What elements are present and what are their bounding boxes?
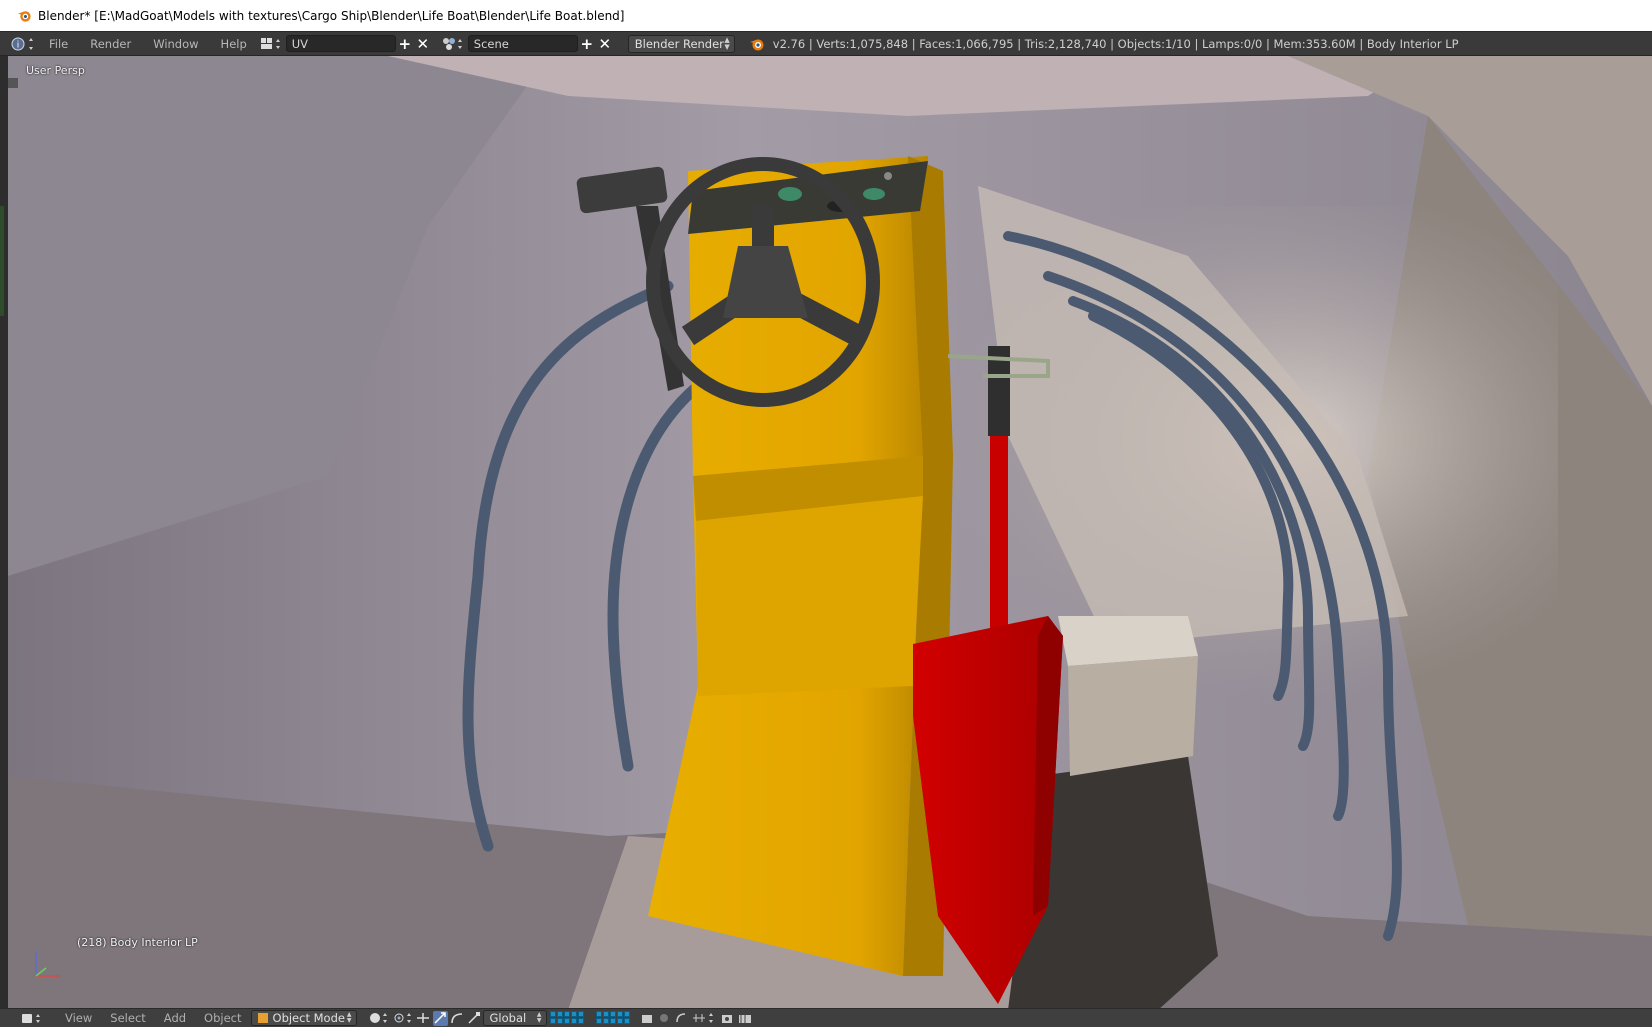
remove-scene-close-icon[interactable]: ✕ bbox=[596, 35, 614, 53]
viewport-render bbox=[8, 56, 1652, 1010]
render-camera-icon[interactable] bbox=[721, 1011, 736, 1026]
left-editor-edge bbox=[0, 56, 8, 1010]
scale-icon[interactable] bbox=[467, 1011, 482, 1026]
chevron-updown-icon: ▲ ▼ bbox=[346, 1011, 352, 1024]
render-animation-icon[interactable] bbox=[738, 1011, 753, 1026]
snap-icon[interactable] bbox=[674, 1011, 689, 1026]
info-editor-icon[interactable]: i bbox=[8, 36, 38, 52]
snap-element-icon[interactable] bbox=[691, 1011, 719, 1026]
pivot-point-icon[interactable] bbox=[392, 1011, 414, 1026]
rotate-icon[interactable] bbox=[450, 1011, 465, 1026]
menu-add[interactable]: Add bbox=[155, 1011, 195, 1025]
window-title-bar: Blender* [E:\MadGoat\Models with texture… bbox=[0, 0, 1652, 31]
render-engine-label: Blender Render bbox=[634, 36, 724, 51]
lock-layers-icon[interactable] bbox=[640, 1011, 655, 1026]
proportional-edit-icon[interactable] bbox=[657, 1011, 672, 1026]
menu-window[interactable]: Window bbox=[142, 33, 209, 55]
chevron-updown-icon: ▲ ▼ bbox=[536, 1011, 542, 1024]
translate-icon[interactable] bbox=[432, 1010, 448, 1026]
layers-grid-left[interactable] bbox=[549, 1011, 590, 1025]
bench-front bbox=[1068, 656, 1198, 776]
window-title: Blender* [E:\MadGoat\Models with texture… bbox=[38, 8, 625, 23]
add-scene-plus-icon[interactable]: + bbox=[578, 35, 596, 53]
menu-object[interactable]: Object bbox=[195, 1011, 250, 1025]
chevron-updown-icon: ▲ ▼ bbox=[724, 35, 730, 51]
mode-label: Object Mode bbox=[272, 1011, 345, 1025]
object-mode-cube-icon bbox=[257, 1013, 268, 1023]
view3d-header: View Select Add Object Object Mode ▲ ▼ Gl… bbox=[0, 1008, 1652, 1027]
menu-help[interactable]: Help bbox=[210, 33, 258, 55]
svg-text:i: i bbox=[17, 40, 20, 50]
screen-layout-icon[interactable] bbox=[258, 37, 286, 51]
object-info-label: (218) Body Interior LP bbox=[77, 936, 198, 949]
remove-screen-close-icon[interactable]: ✕ bbox=[414, 35, 432, 53]
view3d-editor-icon[interactable] bbox=[19, 1011, 45, 1026]
blender-logo-icon bbox=[749, 39, 764, 50]
menu-select[interactable]: Select bbox=[101, 1011, 154, 1025]
manipulator-icon[interactable] bbox=[416, 1011, 431, 1026]
scene-field[interactable]: Scene bbox=[467, 35, 578, 52]
screen-layout-field[interactable]: UV bbox=[285, 35, 396, 52]
scene-statistics: v2.76 | Verts:1,075,848 | Faces:1,066,79… bbox=[772, 36, 1459, 51]
menu-render[interactable]: Render bbox=[79, 33, 142, 55]
menu-view[interactable]: View bbox=[56, 1011, 101, 1025]
view-name-label: User Persp bbox=[26, 64, 85, 77]
mode-select[interactable]: Object Mode ▲ ▼ bbox=[250, 1010, 357, 1026]
toolshelf-toggle[interactable] bbox=[8, 78, 18, 88]
blender-logo-icon bbox=[17, 11, 31, 22]
info-header: i File Render Window Help UV + ✕ Scene +… bbox=[0, 31, 1652, 56]
console-lower bbox=[696, 496, 923, 696]
menu-file[interactable]: File bbox=[38, 33, 79, 55]
add-screen-plus-icon[interactable]: + bbox=[396, 35, 414, 53]
orientation-label: Global bbox=[489, 1011, 527, 1025]
render-engine-select[interactable]: Blender Render ▲ ▼ bbox=[627, 34, 735, 53]
layers-grid-right[interactable] bbox=[595, 1011, 636, 1025]
3d-viewport[interactable]: User Persp (218) Body Interior LP bbox=[8, 56, 1652, 1010]
scene-icon[interactable] bbox=[440, 37, 468, 51]
orientation-select[interactable]: Global ▲ ▼ bbox=[482, 1010, 547, 1026]
solid-shading-icon[interactable] bbox=[368, 1011, 390, 1026]
